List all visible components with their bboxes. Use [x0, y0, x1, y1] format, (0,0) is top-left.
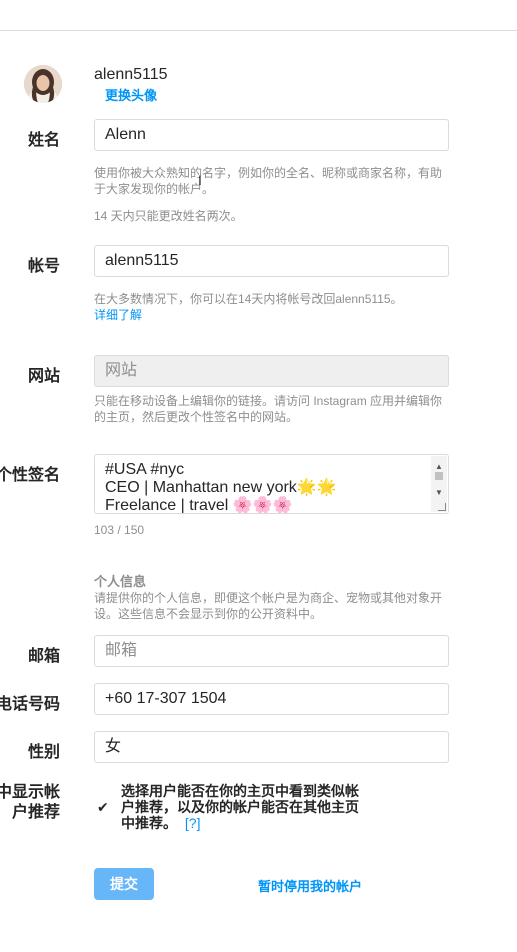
suggestions-label-line-1: 中显示帐 [0, 784, 61, 801]
personal-info-help: 请提供你的个人信息，即便这个帐户是为商企、宠物或其他对象开设。这些信息不会显示到… [94, 591, 443, 621]
name-label: 姓名 [28, 132, 61, 149]
suggestions-label-line-2: 户推荐 [12, 804, 61, 821]
learn-more-link[interactable]: 详细了解 [94, 307, 449, 323]
gender-label: 性别 [28, 744, 61, 761]
suggestions-checkbox[interactable]: ✔ [97, 800, 111, 814]
suggestions-label: 中显示帐 户推荐 [0, 783, 60, 823]
phone-input[interactable]: +60 17-307 1504 [94, 683, 449, 715]
suggestions-description: 选择用户能否在你的主页中看到类似帐户推荐，以及你的帐户能否在其他主页中推荐。 [… [121, 783, 371, 831]
personal-info-title: 个人信息 [94, 574, 147, 589]
avatar[interactable] [24, 65, 62, 103]
scroll-down-icon[interactable]: ▼ [431, 484, 447, 502]
bio-textarea[interactable]: #USA #nyc CEO | Manhattan new york🌟🌟 Fre… [94, 454, 449, 514]
scroll-thumb[interactable] [435, 472, 443, 480]
suggestions-help-link[interactable]: [?] [185, 815, 201, 831]
bio-line-2: CEO | Manhattan new york🌟🌟 [105, 479, 337, 496]
name-help-text: 使用你被大众熟知的名字，例如你的全名、昵称或商家名称，有助于大家发现你的帐户。 [94, 166, 443, 196]
email-label: 邮箱 [28, 648, 61, 665]
account-label: 帐号 [28, 258, 61, 275]
gender-input[interactable]: 女 [94, 731, 449, 763]
account-help-line: 在大多数情况下，你可以在14天内将帐号改回alenn5115。 [94, 292, 403, 306]
name-input[interactable]: Alenn [94, 119, 449, 151]
submit-button[interactable]: 提交 [94, 868, 154, 900]
bio-line-1: #USA #nyc [105, 461, 185, 478]
name-change-limit: 14 天内只能更改姓名两次。 [94, 209, 243, 223]
disable-account-link[interactable]: 暂时停用我的帐户 [258, 876, 362, 895]
website-input: 网站 [94, 355, 449, 387]
header-divider [0, 30, 517, 31]
website-help-text: 只能在移动设备上编辑你的链接。请访问 Instagram 应用并编辑你的主页，然… [94, 394, 443, 424]
bio-char-counter: 103 / 150 [94, 523, 145, 537]
website-label: 网站 [28, 368, 61, 385]
bio-line-3: Freelance | travel 🌸🌸🌸 [105, 497, 293, 514]
avatar-image [24, 65, 62, 103]
profile-username: alenn5115 [94, 66, 168, 83]
username-input[interactable]: alenn5115 [94, 245, 449, 277]
resize-handle-icon[interactable] [438, 503, 446, 511]
phone-label: 电话号码 [0, 696, 61, 713]
suggestions-text: 选择用户能否在你的主页中看到类似帐户推荐，以及你的帐户能否在其他主页中推荐。 [121, 783, 359, 831]
bio-label: 个性签名 [0, 467, 61, 484]
account-help-text: 在大多数情况下，你可以在14天内将帐号改回alenn5115。 详细了解 [94, 291, 449, 323]
email-input[interactable]: 邮箱 [94, 635, 449, 667]
text-cursor-icon: I [198, 172, 202, 188]
change-photo-link[interactable]: 更换头像 [105, 85, 157, 104]
